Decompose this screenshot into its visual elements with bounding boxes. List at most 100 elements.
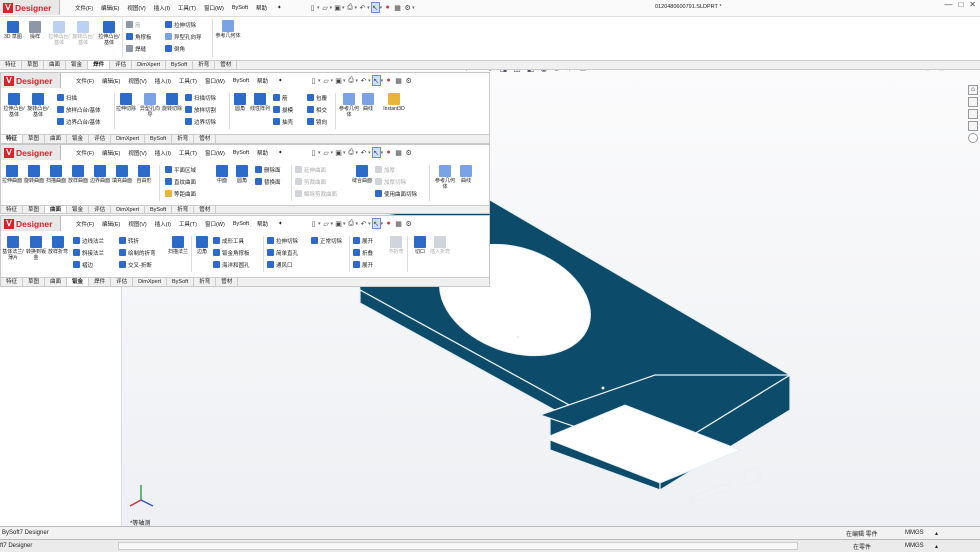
save-icon[interactable]: ▣ xyxy=(334,218,343,229)
palette-icon[interactable] xyxy=(968,121,978,131)
cmd-structural[interactable]: 拉伸凸台/基体 xyxy=(48,21,70,46)
doc-tile-icon[interactable]: ⊡ xyxy=(938,70,944,72)
row-delete-face[interactable]: 删除面 xyxy=(255,165,281,174)
tab-dimxpert[interactable]: DimXpert xyxy=(132,61,167,69)
tab-bend[interactable]: 折弯 xyxy=(194,278,217,286)
cmd-no-bends[interactable]: 不折弯 xyxy=(385,236,407,255)
cmd-base-flange[interactable]: 基体法兰/薄片 xyxy=(2,236,24,261)
tab-evaluate[interactable]: 评估 xyxy=(89,135,112,143)
tab-surfaces[interactable]: 曲面 xyxy=(45,278,68,286)
row-intersect[interactable]: 相交 xyxy=(307,105,327,114)
cmd-sample[interactable]: 操样 xyxy=(24,21,46,40)
undo-icon[interactable]: ↶ xyxy=(359,147,368,158)
doc-close-icon[interactable]: ✕ xyxy=(952,70,958,72)
new-icon[interactable]: ▯ xyxy=(309,218,318,229)
row-extrude-cut[interactable]: 拉伸切除 xyxy=(267,236,298,245)
cmd-convert-to-sheet-metal[interactable]: 转换到钣金 xyxy=(25,236,47,261)
menu-window[interactable]: 窗口(W) xyxy=(205,220,225,228)
cmd-3d-sketch[interactable]: 3D 草图 xyxy=(2,21,24,40)
cmd-mid-surface[interactable]: 中面 xyxy=(211,165,233,184)
row-boundary-cut[interactable]: 边界切除 xyxy=(185,117,216,126)
cmd-extrude-boss[interactable]: 拉伸凸台/基体 xyxy=(3,93,25,118)
cmd-rip[interactable]: 切口 xyxy=(409,236,431,255)
print-icon[interactable]: ⎙ xyxy=(347,75,356,86)
menu-insert[interactable]: 插入(I) xyxy=(154,4,170,12)
cmd-swept-flange[interactable]: 扫描法兰 xyxy=(167,236,189,255)
maximize-icon[interactable]: □ xyxy=(958,0,963,9)
cmd-lofted-surface[interactable]: 放样曲面 xyxy=(67,165,89,184)
tab-dimxpert[interactable]: DimXpert xyxy=(111,135,145,143)
row-boundary[interactable]: 边界凸台/基体 xyxy=(57,117,101,126)
menu-help[interactable]: 帮助 xyxy=(257,77,268,85)
new-icon[interactable]: ▯ xyxy=(309,147,318,158)
tab-surfaces[interactable]: 曲面 xyxy=(44,61,67,69)
row-simple-hole[interactable]: 简单直孔 xyxy=(267,248,298,257)
traffic-light-icon[interactable]: ● xyxy=(384,75,393,86)
cmd-freeform[interactable]: 自由形 xyxy=(133,165,155,184)
undo-icon[interactable]: ↶ xyxy=(359,75,368,86)
gear-icon[interactable]: ⚙ xyxy=(404,218,413,229)
pin-icon[interactable]: ✦ xyxy=(277,5,282,11)
row-vent[interactable]: 通风口 xyxy=(267,260,293,269)
library-icon[interactable] xyxy=(968,97,978,107)
cmd-knit-surface[interactable]: 缝合曲面 xyxy=(351,165,373,184)
tab-evaluate[interactable]: 评估 xyxy=(110,61,133,69)
status-scroll-track[interactable] xyxy=(118,542,798,550)
pin-icon[interactable]: ✦ xyxy=(278,78,283,84)
menu-bysoft[interactable]: BySoft xyxy=(233,150,249,156)
menu-insert[interactable]: 插入(I) xyxy=(155,220,171,228)
print-icon[interactable]: ⎙ xyxy=(346,2,355,13)
row-hole-wizard[interactable]: 异型孔向导 xyxy=(165,32,202,41)
cmd-corners[interactable]: 边角 xyxy=(191,236,213,255)
row-tab-and-slot[interactable]: 海洋和圆孔 xyxy=(213,260,250,269)
menu-view[interactable]: 视图(V) xyxy=(127,4,145,12)
gear-icon[interactable]: ⚙ xyxy=(404,147,413,158)
row-replace-face[interactable]: 替换面 xyxy=(255,177,281,186)
tab-surfaces[interactable]: 曲面 xyxy=(45,135,68,143)
tab-sketch[interactable]: 草图 xyxy=(22,61,45,69)
tab-surfaces[interactable]: 曲面 xyxy=(45,206,68,213)
view-orientation-icon[interactable]: ◫ xyxy=(513,70,521,74)
row-weld-bead[interactable]: 焊缝 xyxy=(126,44,146,53)
tab-sketch[interactable]: 草图 xyxy=(23,206,46,213)
menu-file[interactable]: 文件(F) xyxy=(76,220,94,228)
menu-help[interactable]: 帮助 xyxy=(257,149,268,157)
undo-icon[interactable]: ↶ xyxy=(359,218,368,229)
menu-view[interactable]: 视图(V) xyxy=(128,77,146,85)
app-logo-4[interactable]: Ⅴ Designer xyxy=(1,216,61,231)
cmd-extrude-cut[interactable]: 拉伸切除 xyxy=(115,93,137,112)
row-extend-surface[interactable]: 延伸曲面 xyxy=(295,165,326,174)
save-icon[interactable]: ▣ xyxy=(334,75,343,86)
display-style-icon[interactable]: ◧ xyxy=(527,70,535,74)
open-icon[interactable]: ▱ xyxy=(321,2,330,13)
row-offset-surface[interactable]: 等距曲面 xyxy=(165,189,196,198)
menu-edit[interactable]: 编辑(E) xyxy=(102,149,120,157)
cmd-fillet[interactable]: 圆角 xyxy=(229,93,251,112)
gear-icon[interactable]: ⚙ xyxy=(404,75,413,86)
cmd-hole-wizard[interactable]: 异型孔向导 xyxy=(139,93,161,118)
print-icon[interactable]: ⎙ xyxy=(347,147,356,158)
tab-tubing[interactable]: 管材 xyxy=(216,278,239,286)
open-icon[interactable]: ▱ xyxy=(322,218,331,229)
menu-bysoft[interactable]: BySoft xyxy=(233,221,249,227)
row-hem[interactable]: 褶边 xyxy=(73,260,93,269)
tab-tubing[interactable]: 管材 xyxy=(194,135,217,143)
menu-help[interactable]: 帮助 xyxy=(256,4,267,12)
menu-bysoft[interactable]: BySoft xyxy=(233,78,249,84)
select-icon[interactable]: ↖ xyxy=(371,147,381,158)
tab-tubing[interactable]: 管材 xyxy=(215,61,238,69)
minimize-icon[interactable]: — xyxy=(944,0,952,9)
status-units-2[interactable]: MMGS xyxy=(905,543,924,549)
cmd-reference-geometry[interactable]: 参考几何体 xyxy=(215,20,241,39)
menu-tools[interactable]: 工具(T) xyxy=(178,4,196,12)
save-icon[interactable]: ▣ xyxy=(333,2,342,13)
cmd-revolved-surface[interactable]: 旋转曲面 xyxy=(23,165,45,184)
menu-tools[interactable]: 工具(T) xyxy=(179,149,197,157)
cmd-fillet[interactable]: 圆角 xyxy=(231,165,253,184)
row-fold[interactable]: 折叠 xyxy=(353,248,373,257)
row-sweep[interactable]: 扫描 xyxy=(57,93,77,102)
new-icon[interactable]: ▯ xyxy=(308,2,317,13)
row-thicken-cut[interactable]: 加厚切除 xyxy=(375,177,406,186)
row-ruled-surface[interactable]: 直纹曲面 xyxy=(165,177,196,186)
pin-icon[interactable]: ✦ xyxy=(278,221,283,227)
